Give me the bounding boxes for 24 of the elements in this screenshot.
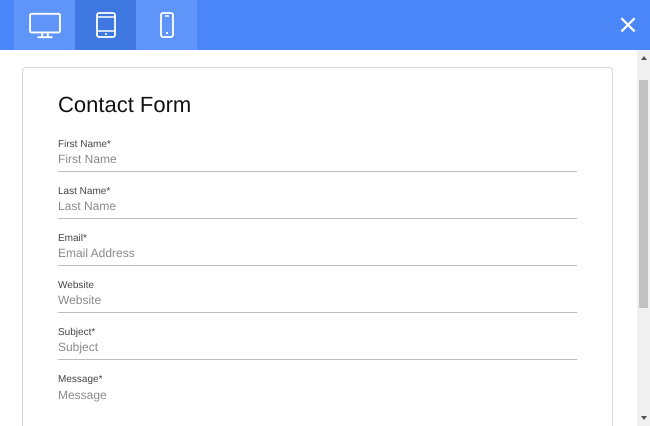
- device-tab[interactable]: [14, 0, 75, 50]
- phone-icon: [158, 11, 174, 39]
- input-field[interactable]: Last Name: [58, 198, 577, 219]
- form-title: Contact Form: [58, 92, 192, 118]
- field-label: Last Name*: [58, 185, 112, 198]
- scroll-down-icon[interactable]: [640, 414, 648, 422]
- scrollbar-thumb[interactable]: [639, 80, 648, 308]
- field-label: Website: [58, 279, 95, 292]
- device-tab[interactable]: [136, 0, 197, 50]
- device-tab[interactable]: [75, 0, 136, 50]
- close-button[interactable]: ×: [606, 0, 650, 50]
- monitor-icon: [28, 11, 62, 39]
- field-label: Message*: [58, 373, 104, 386]
- field-label: Email*: [58, 232, 88, 245]
- input-field[interactable]: Subject: [58, 339, 577, 360]
- field-label: First Name*: [58, 138, 112, 151]
- field-label: Subject*: [58, 326, 96, 339]
- scrollbar[interactable]: [637, 50, 650, 426]
- scroll-up-icon[interactable]: [640, 54, 648, 62]
- tablet-icon: [94, 11, 116, 39]
- input-field[interactable]: Email Address: [58, 245, 577, 266]
- input-field[interactable]: Website: [58, 292, 577, 313]
- message-field[interactable]: Message: [58, 386, 577, 426]
- input-field[interactable]: First Name: [58, 151, 577, 172]
